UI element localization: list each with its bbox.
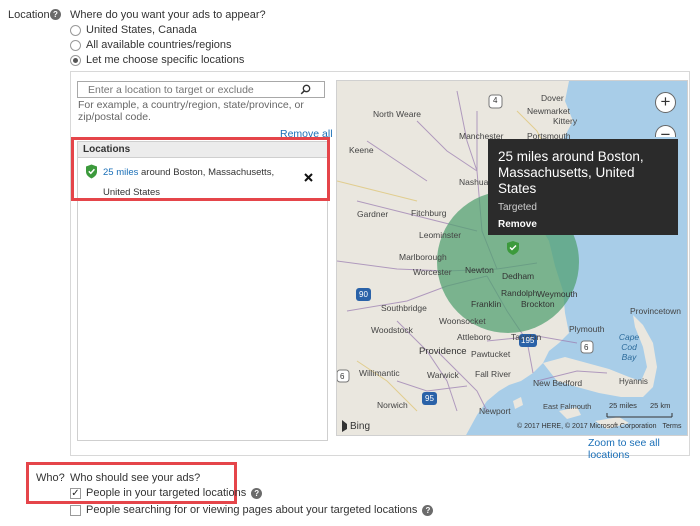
map-label: East Falmouth xyxy=(543,402,592,411)
scale-km-label: 25 km xyxy=(650,401,671,410)
map-label: Weymouth xyxy=(537,289,578,299)
help-icon[interactable]: ? xyxy=(251,487,263,499)
location-help-icon[interactable]: ? xyxy=(50,9,61,20)
map-label: Newmarket xyxy=(527,106,570,116)
checkbox[interactable] xyxy=(70,504,81,516)
map-label: Willimantic xyxy=(359,368,400,378)
map-label: Brockton xyxy=(521,299,555,309)
popup-remove-link[interactable]: Remove xyxy=(498,219,670,230)
checkbox-label: People searching for or viewing pages ab… xyxy=(86,504,418,516)
map-label: 4 xyxy=(493,96,498,105)
map-label: Fall River xyxy=(475,369,511,379)
map-label: Plymouth xyxy=(569,324,605,334)
map-label: Attleboro xyxy=(457,332,492,342)
popup-title: 25 miles around Boston, Massachusetts, U… xyxy=(498,149,644,196)
zoom-all-locations-link[interactable]: Zoom to see all locations xyxy=(588,437,700,461)
scale-miles-label: 25 miles xyxy=(609,401,637,410)
location-map[interactable]: 4 Dover Newmarket Kittery North Weare Ma… xyxy=(336,80,688,436)
radio-all-countries[interactable]: All available countries/regions xyxy=(70,39,232,51)
radio-specific-locations[interactable]: Let me choose specific locations xyxy=(70,54,244,66)
map-label: 90 xyxy=(359,290,368,299)
map-label: Nashua xyxy=(459,177,489,187)
who-question: Who should see your ads? xyxy=(70,472,201,484)
map-label: Fitchburg xyxy=(411,208,447,218)
map-label: 6 xyxy=(584,343,589,352)
checkbox-targeted-locations[interactable]: ✓ People in your targeted locations ? xyxy=(70,487,263,499)
map-label: Gardner xyxy=(357,209,389,219)
radio-label: Let me choose specific locations xyxy=(86,54,245,66)
map-label: Worcester xyxy=(413,267,452,277)
map-label: Keene xyxy=(349,145,374,155)
checkbox-label: People in your targeted locations xyxy=(86,487,247,499)
map-label: Newport xyxy=(479,406,511,416)
map-label: Cape Cod Bay xyxy=(618,332,640,362)
map-attribution: © 2017 HERE, © 2017 Microsoft Corporatio… xyxy=(517,423,682,430)
map-label: Franklin xyxy=(471,299,502,309)
map-label: Marlborough xyxy=(399,252,447,262)
location-search-input[interactable] xyxy=(88,83,298,96)
location-label: Location xyxy=(8,9,50,21)
map-label: North Weare xyxy=(373,109,422,119)
map-label: Newton xyxy=(465,265,494,275)
map-label: New Bedford xyxy=(533,378,583,388)
map-label: Woodstock xyxy=(371,325,413,335)
bing-text: Bing xyxy=(350,421,371,432)
map-label: Randolph xyxy=(501,288,538,298)
bing-logo: Bing xyxy=(350,421,370,432)
radio-label: United States, Canada xyxy=(86,24,197,36)
radio-button[interactable] xyxy=(70,54,81,66)
checkbox-searching-locations[interactable]: People searching for or viewing pages ab… xyxy=(70,504,434,516)
who-label: Who? xyxy=(36,472,65,484)
map-label: Providence xyxy=(419,346,467,357)
location-popup: 25 miles around Boston, Massachusetts, U… xyxy=(488,139,678,235)
map-label: Woonsocket xyxy=(439,316,486,326)
map-label: 95 xyxy=(425,394,434,403)
map-label: 6 xyxy=(340,372,345,381)
map-label: Norwich xyxy=(377,400,408,410)
map-label: Pawtucket xyxy=(471,349,511,359)
search-hint: For example, a country/region, state/pro… xyxy=(78,99,304,123)
map-label: 195 xyxy=(521,336,535,345)
popup-status: Targeted xyxy=(498,202,537,213)
help-icon[interactable]: ? xyxy=(422,504,434,516)
map-label: Dedham xyxy=(502,271,535,281)
search-icon[interactable] xyxy=(300,84,311,95)
radio-button[interactable] xyxy=(70,24,81,36)
map-label: Hyannis xyxy=(619,377,648,386)
zoom-in-button[interactable]: + xyxy=(655,92,676,113)
map-label: Kittery xyxy=(553,116,578,126)
location-question: Where do you want your ads to appear? xyxy=(70,9,266,21)
radio-button[interactable] xyxy=(70,39,81,51)
map-label: Dover xyxy=(541,93,564,103)
map-label: Warwick xyxy=(427,370,459,380)
location-search-field[interactable] xyxy=(77,81,325,98)
attribution-text: © 2017 HERE, © 2017 Microsoft Corporatio… xyxy=(517,423,657,430)
terms-link[interactable]: Terms xyxy=(662,423,681,430)
map-label: Provincetown xyxy=(630,306,682,316)
radio-label: All available countries/regions xyxy=(86,39,232,51)
highlight-locations-box xyxy=(71,137,330,201)
map-label: Leominster xyxy=(419,230,462,240)
radio-us-canada[interactable]: United States, Canada xyxy=(70,24,197,36)
checkbox[interactable]: ✓ xyxy=(70,487,81,499)
map-label: Southbridge xyxy=(381,303,427,313)
